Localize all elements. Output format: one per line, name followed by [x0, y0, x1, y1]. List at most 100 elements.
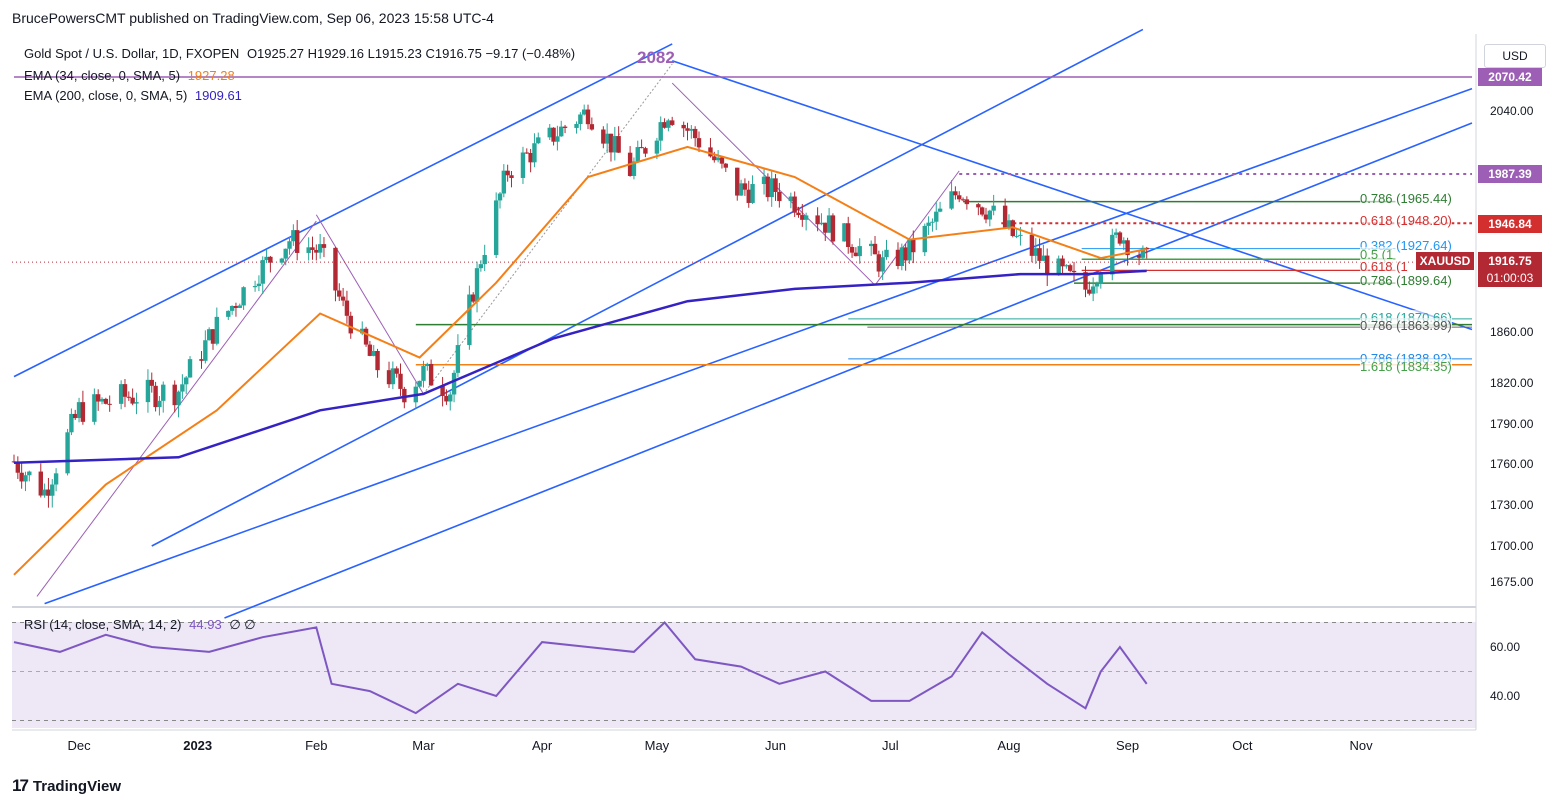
candle-body[interactable] — [796, 212, 801, 216]
candle-body[interactable] — [792, 196, 797, 213]
candle-body[interactable] — [654, 140, 660, 154]
candle-body[interactable] — [608, 133, 614, 153]
candle-body[interactable] — [585, 109, 591, 125]
candle-body[interactable] — [294, 230, 300, 253]
candle-body[interactable] — [46, 489, 51, 496]
candle-body[interactable] — [333, 247, 338, 291]
candle-body[interactable] — [122, 384, 128, 397]
candle-body[interactable] — [884, 249, 889, 258]
candle-body[interactable] — [639, 147, 644, 149]
candle-body[interactable] — [681, 124, 686, 129]
candle-body[interactable] — [708, 147, 713, 157]
candle-body[interactable] — [256, 283, 262, 287]
candle-body[interactable] — [493, 200, 499, 255]
candle-body[interactable] — [161, 384, 166, 401]
candle-body[interactable] — [107, 403, 112, 405]
candle-body[interactable] — [872, 243, 878, 255]
candle-body[interactable] — [826, 215, 832, 233]
candle-body[interactable] — [692, 128, 698, 139]
candle-body[interactable] — [643, 148, 648, 154]
candle-body[interactable] — [264, 256, 269, 261]
candle-body[interactable] — [520, 152, 526, 178]
candle-body[interactable] — [819, 222, 824, 225]
candle-body[interactable] — [27, 471, 32, 476]
candle-body[interactable] — [1071, 270, 1077, 273]
candle-body[interactable] — [788, 196, 794, 202]
candle-body[interactable] — [50, 484, 55, 496]
candle-body[interactable] — [1098, 274, 1104, 284]
candle-body[interactable] — [926, 222, 931, 226]
candle-body[interactable] — [310, 247, 315, 250]
candle-body[interactable] — [283, 248, 288, 259]
trendline[interactable] — [224, 122, 1473, 619]
candle-body[interactable] — [471, 294, 476, 302]
candle-body[interactable] — [1113, 232, 1119, 235]
candle-body[interactable] — [375, 350, 380, 371]
ema200-line[interactable] — [13, 269, 1147, 464]
ema34-line[interactable] — [13, 145, 1147, 576]
candle-body[interactable] — [735, 167, 740, 196]
candle-body[interactable] — [76, 402, 82, 419]
candle-body[interactable] — [712, 156, 717, 161]
candle-body[interactable] — [153, 385, 158, 408]
candle-body[interactable] — [482, 254, 487, 265]
candle-body[interactable] — [203, 340, 208, 361]
candle-body[interactable] — [846, 223, 851, 247]
candle-body[interactable] — [658, 122, 663, 141]
candle-body[interactable] — [237, 305, 242, 308]
candle-body[interactable] — [428, 363, 434, 386]
candle-body[interactable] — [252, 286, 258, 288]
candle-body[interactable] — [957, 195, 962, 200]
candle-body[interactable] — [815, 215, 820, 225]
candle-body[interactable] — [317, 244, 323, 253]
candle-body[interactable] — [547, 127, 552, 138]
candle-body[interactable] — [1033, 248, 1038, 256]
candle-body[interactable] — [474, 268, 480, 302]
candle-body[interactable] — [696, 138, 702, 148]
candle-body[interactable] — [390, 368, 396, 385]
candle-body[interactable] — [69, 413, 74, 433]
candle-body[interactable] — [1041, 255, 1046, 261]
candle-body[interactable] — [172, 384, 177, 406]
candle-body[interactable] — [934, 211, 939, 222]
candle-body[interactable] — [960, 199, 966, 201]
candle-body[interactable] — [907, 239, 912, 261]
trendline[interactable] — [315, 214, 424, 395]
candle-body[interactable] — [746, 189, 751, 203]
candle-body[interactable] — [126, 396, 132, 398]
legend-rsi[interactable]: RSI (14, close, SMA, 14, 2) 44.93 ∅ ∅ — [24, 617, 260, 633]
candle-body[interactable] — [849, 246, 855, 253]
candle-body[interactable] — [800, 215, 805, 220]
candle-body[interactable] — [823, 222, 828, 233]
candle-body[interactable] — [421, 366, 426, 381]
candle-body[interactable] — [574, 124, 579, 128]
candle-body[interactable] — [589, 124, 595, 130]
trendline[interactable] — [151, 28, 1144, 547]
currency-selector[interactable]: USD — [1484, 44, 1546, 68]
candle-body[interactable] — [976, 204, 981, 208]
candle-body[interactable] — [455, 345, 461, 373]
candle-body[interactable] — [306, 247, 311, 253]
candle-body[interactable] — [287, 241, 292, 249]
candle-body[interactable] — [367, 344, 373, 356]
candle-body[interactable] — [73, 413, 78, 419]
candle-body[interactable] — [868, 243, 874, 247]
candle-body[interactable] — [769, 178, 774, 198]
candle-body[interactable] — [742, 183, 748, 190]
candle-body[interactable] — [199, 359, 204, 361]
candle-body[interactable] — [559, 126, 564, 137]
candle-body[interactable] — [19, 472, 24, 482]
candle-body[interactable] — [478, 264, 484, 269]
candle-body[interactable] — [562, 126, 568, 128]
candle-body[interactable] — [417, 380, 422, 387]
candle-body[interactable] — [773, 178, 778, 192]
candle-body[interactable] — [616, 136, 621, 153]
candle-body[interactable] — [949, 191, 954, 209]
candle-body[interactable] — [1056, 258, 1061, 276]
candle-body[interactable] — [670, 120, 675, 125]
candle-body[interactable] — [425, 363, 430, 367]
candle-body[interactable] — [394, 368, 399, 374]
candle-body[interactable] — [451, 372, 457, 395]
candle-body[interactable] — [214, 316, 220, 344]
candle-body[interactable] — [1006, 220, 1012, 228]
